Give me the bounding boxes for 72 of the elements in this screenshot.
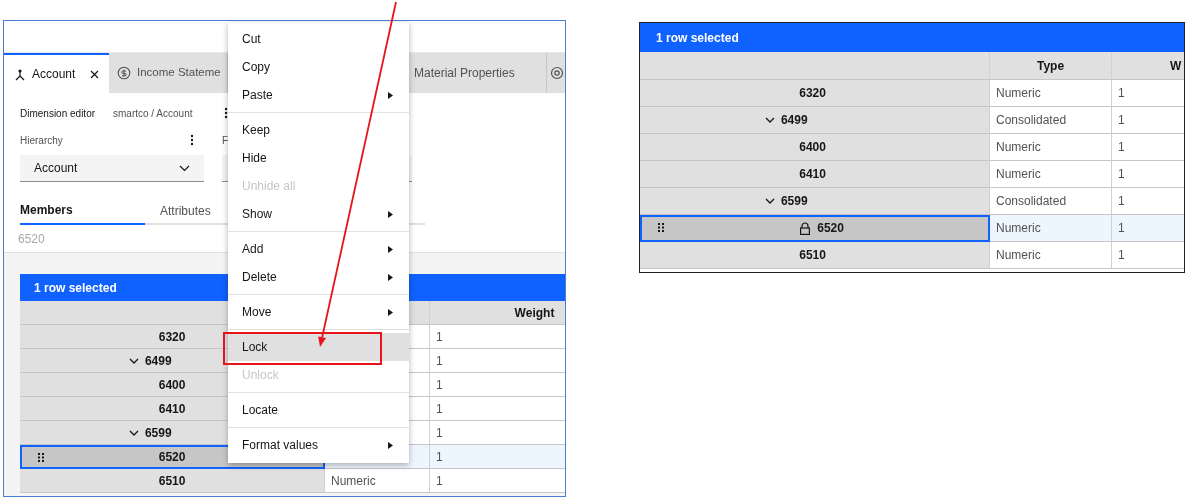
member-label: 6499 — [144, 352, 172, 370]
member-cell[interactable]: 6510 — [20, 469, 325, 493]
table-cell: 1 — [430, 421, 565, 445]
table-cell: 1 — [430, 445, 565, 469]
member-cell[interactable]: 6400 — [640, 134, 990, 161]
chevron-down-icon — [179, 164, 190, 172]
table-cell: Consolidated — [990, 188, 1112, 215]
table-cell: Numeric — [990, 80, 1112, 107]
tab[interactable]: Members — [20, 196, 145, 225]
member-cell[interactable]: 6599 — [640, 188, 990, 215]
member-label: 6520 — [817, 220, 844, 237]
chevron-down-icon[interactable] — [764, 115, 775, 125]
member-cell[interactable]: 6520 — [640, 215, 990, 242]
table-cell: 1 — [1112, 215, 1184, 242]
member-cell[interactable]: 6410 — [640, 161, 990, 188]
table-cell: Numeric — [990, 242, 1112, 269]
table-cell: 1 — [430, 373, 565, 397]
member-cell[interactable]: 6510 — [640, 242, 990, 269]
member-cell[interactable]: 6320 — [640, 80, 990, 107]
table-cell: Numeric — [990, 134, 1112, 161]
member-label: 6599 — [144, 424, 172, 442]
menu-item[interactable]: Add — [228, 235, 409, 263]
drag-handle-icon[interactable] — [658, 223, 664, 232]
field-label: Hierarchy — [20, 133, 64, 148]
column-header[interactable]: Type — [990, 52, 1112, 80]
breadcrumb-path: smartco / Account — [113, 106, 194, 121]
member-name: 6520 — [18, 230, 45, 248]
column-header[interactable]: Weight — [430, 301, 565, 325]
table-cell: Numeric — [325, 469, 430, 493]
table-cell: 1 — [430, 469, 565, 493]
gear-icon[interactable] — [550, 66, 564, 80]
menu-item[interactable]: Paste — [228, 81, 409, 109]
chevron-down-icon[interactable] — [764, 196, 775, 206]
table-cell: Consolidated — [990, 107, 1112, 134]
tab[interactable]: Income Stateme — [109, 53, 228, 93]
member-label: 6320 — [799, 85, 826, 102]
editor-title: Dimension editor — [20, 106, 97, 121]
tab[interactable]: Account — [4, 53, 109, 93]
menu-item[interactable]: Keep — [228, 116, 409, 144]
menu-item[interactable]: Cut — [228, 25, 409, 53]
member-label: 6599 — [780, 193, 808, 210]
overflow-menu-icon[interactable] — [190, 134, 194, 146]
member-label: 6400 — [799, 139, 826, 156]
member-cell[interactable]: 6499 — [640, 107, 990, 134]
hierarchy-icon — [14, 67, 26, 81]
menu-item[interactable]: Lock — [228, 333, 409, 361]
member-label: 6499 — [780, 112, 808, 129]
hierarchy-dropdown[interactable]: Account — [20, 155, 204, 182]
table-cell: 1 — [430, 349, 565, 373]
menu-item[interactable]: Hide — [228, 144, 409, 172]
member-label: 6410 — [158, 400, 186, 418]
menu-item[interactable]: Show — [228, 200, 409, 228]
tab[interactable]: Attributes — [160, 196, 211, 225]
column-header[interactable]: W — [1112, 52, 1184, 80]
table-cell: Numeric — [990, 161, 1112, 188]
member-label: 6520 — [158, 448, 186, 466]
close-icon[interactable] — [90, 69, 99, 79]
member-label: 6510 — [158, 472, 186, 490]
field-label: F — [222, 133, 229, 148]
currency-icon — [117, 66, 131, 80]
table-cell: Numeric — [990, 215, 1112, 242]
table-cell: 1 — [430, 325, 565, 349]
selection-banner: 1 row selected — [640, 23, 1184, 52]
drag-handle-icon[interactable] — [38, 453, 44, 462]
member-label: 6510 — [799, 247, 826, 264]
overflow-menu-icon[interactable] — [224, 107, 228, 119]
table-cell: 1 — [430, 397, 565, 421]
menu-item[interactable]: Copy — [228, 53, 409, 81]
member-label: 6410 — [799, 166, 826, 183]
menu-item[interactable]: Move — [228, 298, 409, 326]
member-label: 6400 — [158, 376, 186, 394]
member-label: 6320 — [158, 328, 186, 346]
